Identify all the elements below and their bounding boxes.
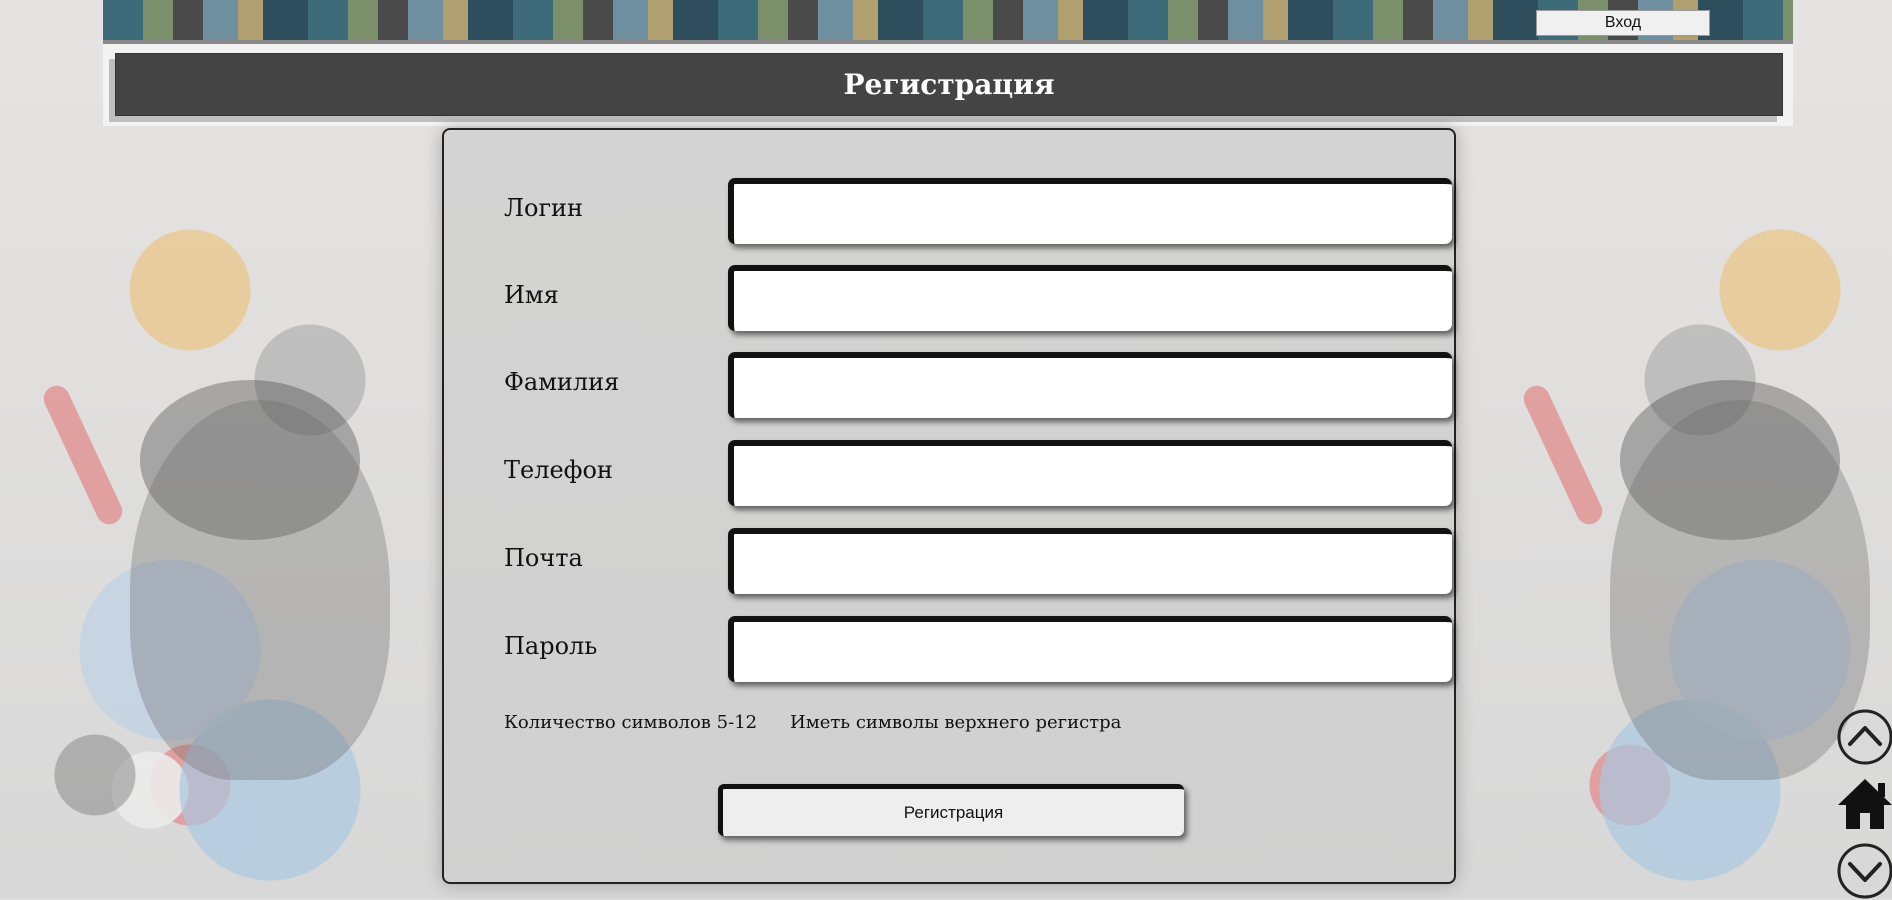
background-decoration (130, 400, 390, 780)
email-input[interactable] (728, 528, 1452, 594)
password-length-hint: Количество символов 5-12 (504, 712, 757, 733)
login-input[interactable] (728, 178, 1452, 244)
last-name-input[interactable] (728, 352, 1452, 418)
form-row-first-name: Имя (504, 265, 1404, 331)
login-label: Логин (504, 194, 583, 222)
form-row-last-name: Фамилия (504, 352, 1404, 418)
password-input[interactable] (728, 616, 1452, 682)
background-decoration (40, 382, 127, 529)
page-title: Регистрация (843, 68, 1054, 101)
form-row-login: Логин (504, 178, 1404, 244)
background-decoration (1610, 400, 1870, 780)
first-name-label: Имя (504, 281, 559, 309)
registration-form: Логин Имя Фамилия Телефон Почта Пароль К… (442, 128, 1456, 884)
first-name-input[interactable] (728, 265, 1452, 331)
header: Вход Регистрация (103, 0, 1793, 126)
home-icon[interactable] (1836, 775, 1892, 833)
phone-input[interactable] (728, 440, 1452, 506)
chevron-up-icon[interactable] (1836, 708, 1892, 766)
login-button[interactable]: Вход (1536, 10, 1710, 36)
last-name-label: Фамилия (504, 368, 619, 396)
form-row-email: Почта (504, 528, 1404, 594)
page-title-bar: Регистрация (115, 53, 1783, 116)
background-decoration (1520, 382, 1607, 529)
form-row-password: Пароль (504, 616, 1404, 682)
password-uppercase-hint: Иметь символы верхнего регистра (790, 712, 1121, 733)
phone-label: Телефон (504, 456, 613, 484)
password-label: Пароль (504, 632, 597, 660)
form-row-phone: Телефон (504, 440, 1404, 506)
register-submit-button[interactable]: Регистрация (718, 784, 1184, 836)
email-label: Почта (504, 544, 583, 572)
chevron-down-icon[interactable] (1836, 842, 1892, 900)
